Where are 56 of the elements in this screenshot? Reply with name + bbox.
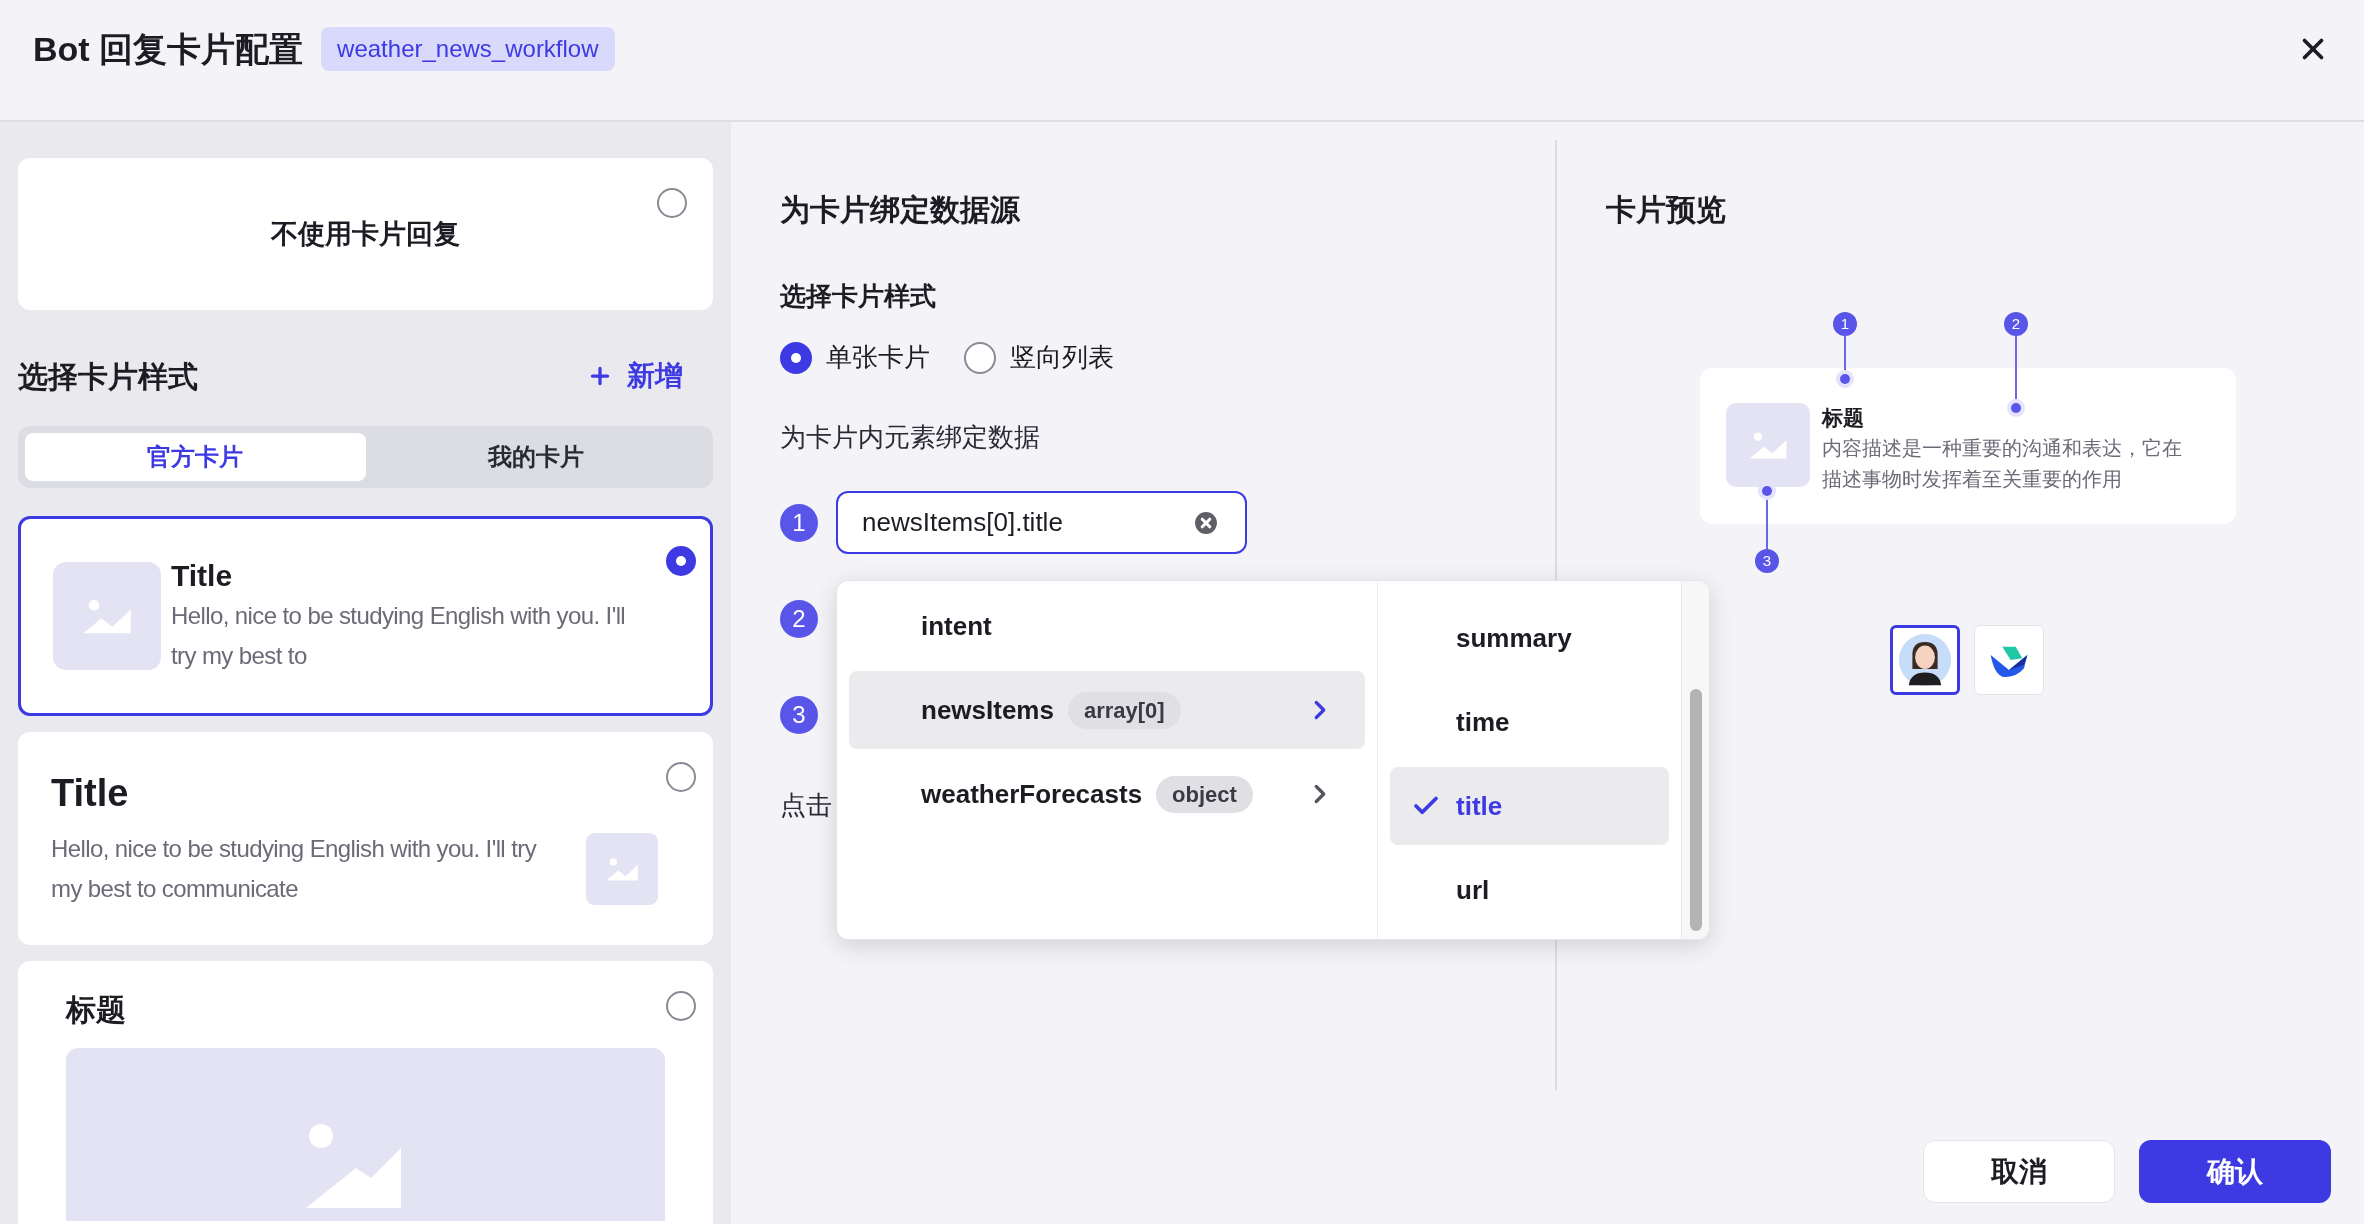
image-placeholder-icon bbox=[586, 833, 658, 905]
panel-title: 为卡片绑定数据源 bbox=[780, 192, 1021, 228]
field-option[interactable]: weatherForecasts object bbox=[849, 755, 1365, 833]
panel-title: 卡片预览 bbox=[1606, 192, 1727, 228]
image-placeholder-icon bbox=[66, 1048, 665, 1221]
radio-button[interactable] bbox=[666, 762, 696, 792]
type-tag: object bbox=[1156, 775, 1253, 813]
hint-text: 点击 bbox=[780, 789, 832, 822]
radio-label: 单张卡片 bbox=[826, 341, 930, 374]
card-text: Hello, nice to be studying English with you. I'll try my best to communicate bbox=[51, 834, 538, 904]
preview-card-text: 内容描述是一种重要的沟通和表达，它在描述事物时发挥着至关重要的作用 bbox=[1822, 436, 2183, 492]
card-style-option[interactable]: 标题 bbox=[18, 961, 713, 1224]
card-title: 标题 bbox=[66, 992, 127, 1028]
add-button[interactable]: 新增 bbox=[587, 355, 683, 397]
logo-icon[interactable] bbox=[1974, 625, 2044, 695]
card-style-option[interactable]: Title Hello, nice to be studying English with you. I'll try my best to bbox=[18, 516, 713, 716]
preview-card-title: 标题 bbox=[1822, 405, 1864, 431]
radio-button[interactable] bbox=[666, 991, 696, 1021]
number-badge: 1 bbox=[780, 503, 818, 542]
avatar-icon[interactable] bbox=[1890, 625, 1960, 695]
scrollbar[interactable] bbox=[1681, 581, 1709, 939]
section-title: 选择卡片样式 bbox=[18, 358, 198, 395]
dialog-title: Bot 回复卡片配置 bbox=[33, 28, 304, 70]
radio-button[interactable] bbox=[780, 341, 812, 374]
field-option[interactable]: intent bbox=[849, 587, 1365, 665]
card-title: Title bbox=[171, 558, 234, 594]
subfield-option[interactable]: url bbox=[1390, 851, 1669, 929]
card-tab[interactable]: 我的卡片 bbox=[365, 433, 706, 481]
marker-badge: 2 bbox=[2004, 312, 2028, 336]
field-option[interactable]: newsItems array[0] bbox=[849, 671, 1365, 749]
card-title: Title bbox=[51, 771, 130, 816]
type-tag: array[0] bbox=[1067, 691, 1181, 729]
cancel-button[interactable]: 取消 bbox=[1923, 1140, 2115, 1203]
radio-button[interactable] bbox=[666, 546, 696, 576]
workflow-tag: weather_news_workflow bbox=[321, 27, 615, 71]
card-tab[interactable]: 官方卡片 bbox=[25, 433, 366, 481]
subfield-option[interactable]: summary bbox=[1390, 599, 1669, 677]
radio-button[interactable] bbox=[964, 341, 996, 374]
card-style-option[interactable]: Title Hello, nice to be studying English with you. I'll try my best to communicate bbox=[18, 732, 713, 945]
marker-badge: 3 bbox=[1755, 549, 1779, 573]
image-placeholder-icon bbox=[1726, 403, 1810, 487]
binding-input[interactable]: newsItems[0].title bbox=[836, 491, 1247, 554]
field-label: 选择卡片样式 bbox=[780, 280, 937, 313]
subfield-option[interactable]: time bbox=[1390, 683, 1669, 761]
card-text: Hello, nice to be studying English with you. I'll try my best to bbox=[171, 601, 627, 671]
radio-button[interactable] bbox=[657, 188, 687, 218]
no-card-label: 不使用卡片回复 bbox=[271, 217, 460, 251]
field-label: 为卡片内元素绑定数据 bbox=[780, 421, 1041, 454]
subfield-option[interactable]: title bbox=[1390, 767, 1669, 845]
confirm-button[interactable]: 确认 bbox=[2139, 1140, 2331, 1203]
image-placeholder-icon bbox=[53, 562, 161, 670]
radio-label: 竖向列表 bbox=[1010, 341, 1114, 374]
number-badge: 3 bbox=[780, 695, 818, 734]
no-card-option[interactable]: 不使用卡片回复 bbox=[18, 158, 713, 310]
number-badge: 2 bbox=[780, 599, 818, 638]
marker-badge: 1 bbox=[1833, 312, 1857, 336]
